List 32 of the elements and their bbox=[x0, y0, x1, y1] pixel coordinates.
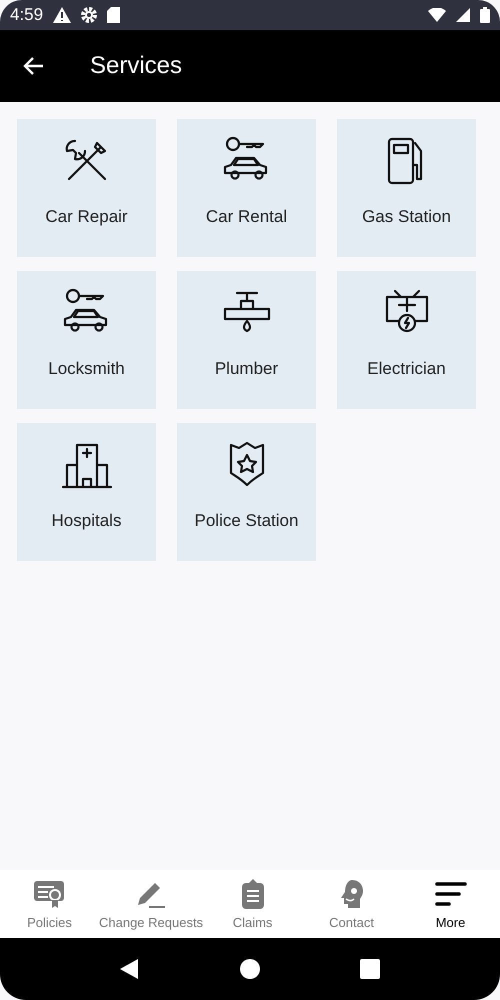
nav-tab[interactable]: Claims bbox=[203, 878, 302, 930]
service-label: Car Rental bbox=[206, 207, 288, 227]
nav-tab[interactable]: Change Requests bbox=[98, 878, 204, 930]
back-icon[interactable] bbox=[120, 959, 140, 979]
home-icon[interactable] bbox=[240, 959, 260, 979]
service-label: Electrician bbox=[367, 359, 446, 379]
signal-icon bbox=[456, 8, 470, 22]
wifi-icon bbox=[428, 8, 446, 22]
page-title: Services bbox=[90, 52, 182, 80]
service-label: Locksmith bbox=[48, 359, 125, 379]
service-tile[interactable]: Plumber bbox=[177, 271, 316, 409]
settings-icon bbox=[81, 7, 98, 23]
service-tile[interactable]: Locksmith bbox=[17, 271, 156, 409]
service-tile[interactable]: Police Station bbox=[177, 423, 316, 561]
service-tile[interactable]: Car Rental bbox=[177, 119, 316, 257]
service-tile[interactable]: Gas Station bbox=[337, 119, 476, 257]
service-label: Police Station bbox=[194, 511, 298, 531]
service-label: Gas Station bbox=[362, 207, 451, 227]
service-label: Plumber bbox=[214, 359, 278, 379]
service-tile[interactable]: Hospitals bbox=[17, 423, 156, 561]
battery-icon bbox=[480, 7, 490, 23]
sd-card-icon bbox=[107, 7, 120, 23]
warning-icon bbox=[53, 7, 72, 23]
nav-tab[interactable]: Policies bbox=[0, 878, 99, 930]
service-tile[interactable]: Electrician bbox=[337, 271, 476, 409]
status-time: 4:59 bbox=[10, 5, 44, 25]
nav-tab[interactable]: Contact bbox=[302, 878, 402, 930]
certificate-icon bbox=[33, 878, 66, 908]
service-label: Hospitals bbox=[52, 511, 122, 531]
nav-tab[interactable]: More bbox=[401, 878, 500, 930]
service-tile[interactable]: Car Repair bbox=[17, 119, 156, 257]
service-label: Car Repair bbox=[45, 207, 128, 227]
